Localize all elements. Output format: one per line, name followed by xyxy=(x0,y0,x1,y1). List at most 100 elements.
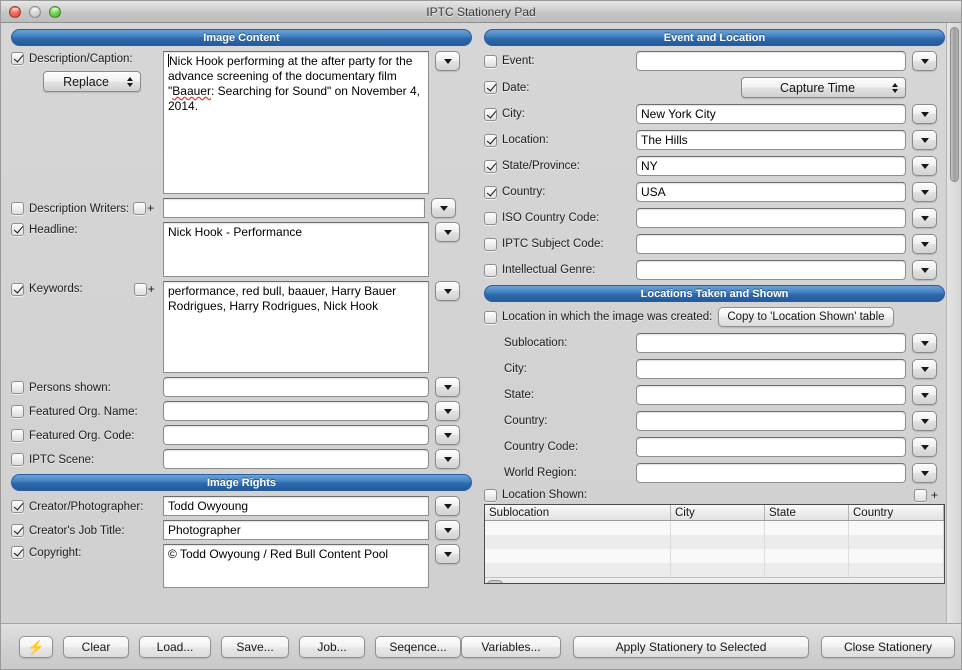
description-caption-checkbox[interactable] xyxy=(11,52,24,65)
world-region-input[interactable] xyxy=(636,463,906,483)
sublocation-input[interactable] xyxy=(636,333,906,353)
iptc-scene-dropdown[interactable] xyxy=(435,449,460,469)
creator-photographer-dropdown[interactable] xyxy=(435,496,460,516)
date-checkbox[interactable] xyxy=(484,81,497,94)
iptc-subject-code-input[interactable] xyxy=(636,234,906,254)
city-checkbox[interactable] xyxy=(484,107,497,121)
description-writers-append-checkbox[interactable] xyxy=(133,202,147,215)
creator-job-title-dropdown[interactable] xyxy=(435,520,460,540)
save-button[interactable]: Save... xyxy=(221,635,289,658)
location-input[interactable]: The Hills xyxy=(636,130,906,150)
close-stationery-button[interactable]: Close Stationery xyxy=(821,635,955,658)
persons-shown-dropdown[interactable] xyxy=(435,377,460,397)
window-vertical-scrollbar[interactable] xyxy=(946,23,961,623)
loc-city-dropdown[interactable] xyxy=(912,359,937,379)
copyright-input[interactable]: © Todd Owyoung / Red Bull Content Pool xyxy=(163,544,429,588)
persons-shown-checkbox[interactable] xyxy=(11,381,24,394)
iso-country-code-dropdown[interactable] xyxy=(912,208,937,228)
close-button[interactable] xyxy=(9,5,21,18)
table-row[interactable] xyxy=(485,535,944,549)
world-region-dropdown[interactable] xyxy=(912,463,937,483)
copy-to-location-shown-button[interactable]: Copy to 'Location Shown' table xyxy=(718,307,894,327)
description-writers-checkbox[interactable] xyxy=(11,202,24,215)
loc-state-input[interactable] xyxy=(636,385,906,405)
description-caption-dropdown[interactable] xyxy=(435,51,460,71)
country-checkbox[interactable] xyxy=(484,185,497,199)
minimize-button[interactable] xyxy=(29,5,41,18)
location-checkbox[interactable] xyxy=(484,133,497,147)
creator-job-title-input[interactable]: Photographer xyxy=(163,520,429,540)
intellectual-genre-dropdown[interactable] xyxy=(912,260,937,280)
headline-dropdown[interactable] xyxy=(435,222,460,242)
event-checkbox[interactable] xyxy=(484,54,497,68)
sequence-button[interactable]: Seqence... xyxy=(375,635,461,658)
load-button[interactable]: Load... xyxy=(139,635,211,658)
country-dropdown[interactable] xyxy=(912,182,937,202)
iptc-scene-input[interactable] xyxy=(163,449,429,469)
keywords-input[interactable]: performance, red bull, baauer, Harry Bau… xyxy=(163,281,429,373)
description-writers-input[interactable] xyxy=(163,198,425,218)
copyright-checkbox[interactable] xyxy=(11,546,24,559)
intellectual-genre-input[interactable] xyxy=(636,260,906,280)
table-column-state[interactable]: State xyxy=(765,505,849,520)
iso-country-code-checkbox[interactable] xyxy=(484,211,497,225)
apply-stationery-button[interactable]: Apply Stationery to Selected xyxy=(573,635,809,658)
iptc-scene-checkbox[interactable] xyxy=(11,453,24,466)
variables-button[interactable]: Variables... xyxy=(461,635,561,658)
location-shown-append-checkbox[interactable] xyxy=(913,488,927,502)
featured-org-name-dropdown[interactable] xyxy=(435,401,460,421)
featured-org-code-dropdown[interactable] xyxy=(435,425,460,445)
keywords-checkbox[interactable] xyxy=(11,282,24,296)
sublocation-dropdown[interactable] xyxy=(912,333,937,353)
description-mode-popup[interactable]: Replace xyxy=(43,71,141,92)
state-province-dropdown[interactable] xyxy=(912,156,937,176)
clear-button[interactable]: Clear xyxy=(63,635,129,658)
description-writers-dropdown[interactable] xyxy=(431,198,456,218)
loc-state-dropdown[interactable] xyxy=(912,385,937,405)
loc-country-code-input[interactable] xyxy=(636,437,906,457)
city-input[interactable]: New York City xyxy=(636,104,906,124)
table-column-city[interactable]: City xyxy=(671,505,765,520)
headline-input[interactable]: Nick Hook - Performance xyxy=(163,222,429,277)
featured-org-name-checkbox[interactable] xyxy=(11,405,24,418)
iptc-subject-code-dropdown[interactable] xyxy=(912,234,937,254)
loc-city-input[interactable] xyxy=(636,359,906,379)
state-province-checkbox[interactable] xyxy=(484,159,497,173)
job-button[interactable]: Job... xyxy=(299,635,365,658)
table-row[interactable] xyxy=(485,521,944,535)
loc-country-dropdown[interactable] xyxy=(912,411,937,431)
keywords-append-checkbox[interactable] xyxy=(133,282,147,296)
window-scrollbar-thumb[interactable] xyxy=(950,27,959,182)
location-dropdown[interactable] xyxy=(912,130,937,150)
featured-org-code-checkbox[interactable] xyxy=(11,429,24,442)
country-input[interactable]: USA xyxy=(636,182,906,202)
state-province-input[interactable]: NY xyxy=(636,156,906,176)
iso-country-code-input[interactable] xyxy=(636,208,906,228)
intellectual-genre-checkbox[interactable] xyxy=(484,263,497,277)
table-horizontal-scrollbar[interactable] xyxy=(485,577,944,583)
location-created-checkbox[interactable] xyxy=(484,310,497,324)
featured-org-name-input[interactable] xyxy=(163,401,429,421)
persons-shown-input[interactable] xyxy=(163,377,429,397)
description-caption-input[interactable]: Nick Hook performing at the after party … xyxy=(163,51,429,194)
iptc-subject-code-checkbox[interactable] xyxy=(484,237,497,251)
table-column-sublocation[interactable]: Sublocation xyxy=(485,505,671,520)
event-dropdown[interactable] xyxy=(912,51,937,71)
loc-country-code-dropdown[interactable] xyxy=(912,437,937,457)
table-row[interactable] xyxy=(485,563,944,577)
creator-photographer-checkbox[interactable] xyxy=(11,500,24,513)
creator-job-title-checkbox[interactable] xyxy=(11,524,24,537)
keywords-dropdown[interactable] xyxy=(435,281,460,301)
copyright-dropdown[interactable] xyxy=(435,544,460,564)
location-shown-checkbox[interactable] xyxy=(484,488,497,502)
quick-action-button[interactable]: ⚡ xyxy=(19,635,53,658)
headline-checkbox[interactable] xyxy=(11,223,24,236)
table-row[interactable] xyxy=(485,549,944,563)
city-dropdown[interactable] xyxy=(912,104,937,124)
date-capture-time-popup[interactable]: Capture Time xyxy=(741,77,906,98)
table-scrollbar-thumb[interactable] xyxy=(487,580,503,583)
featured-org-code-input[interactable] xyxy=(163,425,429,445)
creator-photographer-input[interactable]: Todd Owyoung xyxy=(163,496,429,516)
event-input[interactable] xyxy=(636,51,906,71)
loc-country-input[interactable] xyxy=(636,411,906,431)
